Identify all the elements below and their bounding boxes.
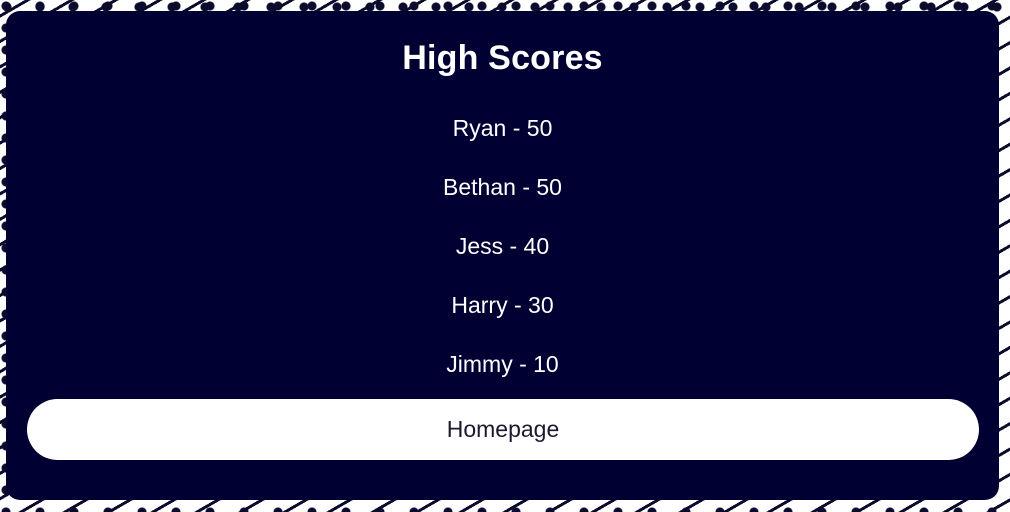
score-entry: Jess - 40 [455,233,550,259]
score-list: Ryan - 50 Bethan - 50 Jess - 40 Harry - … [6,112,999,407]
score-entry: Bethan - 50 [443,174,562,200]
score-entry: Harry - 30 [451,292,554,318]
high-scores-panel: High Scores Ryan - 50 Bethan - 50 Jess -… [6,11,999,500]
page-title: High Scores [402,39,603,77]
score-entry: Ryan - 50 [452,115,553,141]
homepage-button[interactable]: Homepage [27,399,979,460]
